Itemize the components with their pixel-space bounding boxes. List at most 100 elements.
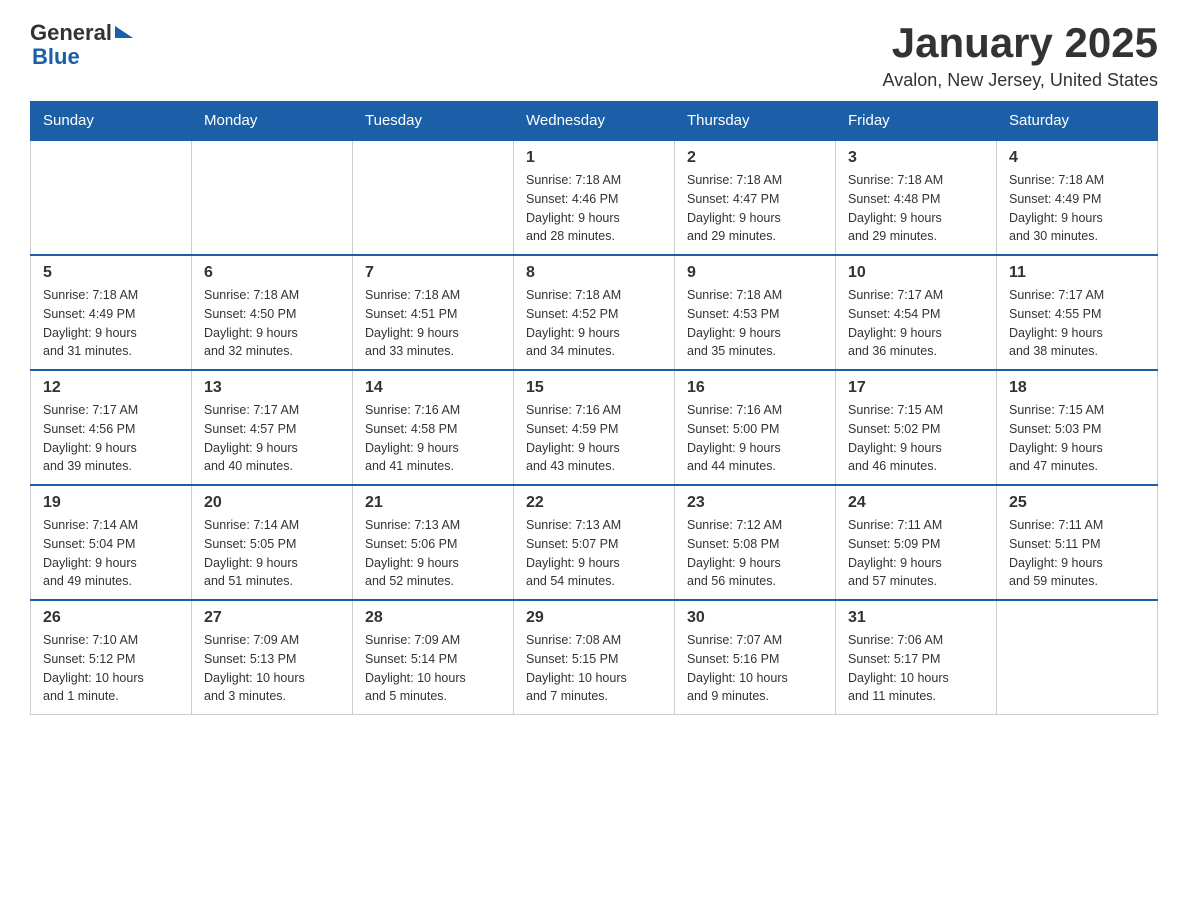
day-info: Sunrise: 7:14 AM Sunset: 5:05 PM Dayligh…	[204, 516, 340, 591]
calendar-cell: 16Sunrise: 7:16 AM Sunset: 5:00 PM Dayli…	[675, 370, 836, 485]
calendar-week-row: 19Sunrise: 7:14 AM Sunset: 5:04 PM Dayli…	[31, 485, 1158, 600]
day-number: 6	[204, 264, 340, 282]
day-info: Sunrise: 7:07 AM Sunset: 5:16 PM Dayligh…	[687, 631, 823, 706]
day-info: Sunrise: 7:18 AM Sunset: 4:49 PM Dayligh…	[1009, 171, 1145, 246]
calendar-cell: 1Sunrise: 7:18 AM Sunset: 4:46 PM Daylig…	[514, 140, 675, 255]
day-number: 7	[365, 264, 501, 282]
calendar-cell: 29 Sunrise: 7:08 AM Sunset: 5:15 PM Dayli…	[514, 600, 675, 715]
calendar-cell: 21 Sunrise: 7:13 AM Sunset: 5:06 PM Dayli…	[353, 485, 514, 600]
logo-blue-text: Blue	[32, 46, 80, 68]
calendar-cell: 18 Sunrise: 7:15 AM Sunset: 5:03 PM Dayli…	[997, 370, 1158, 485]
logo-general-text: General	[30, 20, 112, 46]
calendar-cell: 2Sunrise: 7:18 AM Sunset: 4:47 PM Daylig…	[675, 140, 836, 255]
day-number: 20	[204, 494, 340, 512]
day-info: Sunrise: 7:09 AM Sunset: 5:14 PM Dayligh…	[365, 631, 501, 706]
day-info: Sunrise: 7:17 AM Sunset: 4:56 PM Dayligh…	[43, 401, 179, 476]
day-number: 17	[848, 379, 984, 397]
calendar-cell	[31, 140, 192, 255]
logo-triangle-icon	[115, 26, 133, 38]
day-number: 10	[848, 264, 984, 282]
calendar-table: SundayMondayTuesdayWednesdayThursdayFrid…	[30, 101, 1158, 715]
calendar-cell	[997, 600, 1158, 715]
calendar-cell: 15 Sunrise: 7:16 AM Sunset: 4:59 PM Dayli…	[514, 370, 675, 485]
calendar-day-header: Thursday	[675, 102, 836, 141]
day-number: 4	[1009, 149, 1145, 167]
calendar-day-header: Wednesday	[514, 102, 675, 141]
day-info: Sunrise: 7:18 AM Sunset: 4:49 PM Dayligh…	[43, 286, 179, 361]
day-info: Sunrise: 7:18 AM Sunset: 4:46 PM Dayligh…	[526, 171, 662, 246]
calendar-cell: 9 Sunrise: 7:18 AM Sunset: 4:53 PM Daylig…	[675, 255, 836, 370]
day-info: Sunrise: 7:16 AM Sunset: 4:58 PM Dayligh…	[365, 401, 501, 476]
day-info: Sunrise: 7:16 AM Sunset: 5:00 PM Dayligh…	[687, 401, 823, 476]
day-info: Sunrise: 7:18 AM Sunset: 4:48 PM Dayligh…	[848, 171, 984, 246]
calendar-header-row: SundayMondayTuesdayWednesdayThursdayFrid…	[31, 102, 1158, 141]
calendar-cell: 10Sunrise: 7:17 AM Sunset: 4:54 PM Dayli…	[836, 255, 997, 370]
page-subtitle: Avalon, New Jersey, United States	[883, 70, 1158, 91]
day-number: 29	[526, 609, 662, 627]
calendar-cell: 20 Sunrise: 7:14 AM Sunset: 5:05 PM Dayli…	[192, 485, 353, 600]
day-number: 8	[526, 264, 662, 282]
day-number: 11	[1009, 264, 1145, 282]
page-header: General Blue January 2025 Avalon, New Je…	[30, 20, 1158, 91]
calendar-day-header: Monday	[192, 102, 353, 141]
calendar-cell: 4 Sunrise: 7:18 AM Sunset: 4:49 PM Daylig…	[997, 140, 1158, 255]
calendar-cell: 5 Sunrise: 7:18 AM Sunset: 4:49 PM Daylig…	[31, 255, 192, 370]
day-number: 21	[365, 494, 501, 512]
calendar-cell: 19Sunrise: 7:14 AM Sunset: 5:04 PM Dayli…	[31, 485, 192, 600]
calendar-cell: 14 Sunrise: 7:16 AM Sunset: 4:58 PM Dayli…	[353, 370, 514, 485]
day-info: Sunrise: 7:17 AM Sunset: 4:57 PM Dayligh…	[204, 401, 340, 476]
day-number: 14	[365, 379, 501, 397]
day-info: Sunrise: 7:15 AM Sunset: 5:03 PM Dayligh…	[1009, 401, 1145, 476]
calendar-cell: 12 Sunrise: 7:17 AM Sunset: 4:56 PM Dayli…	[31, 370, 192, 485]
day-info: Sunrise: 7:15 AM Sunset: 5:02 PM Dayligh…	[848, 401, 984, 476]
day-number: 30	[687, 609, 823, 627]
day-info: Sunrise: 7:09 AM Sunset: 5:13 PM Dayligh…	[204, 631, 340, 706]
calendar-cell: 6Sunrise: 7:18 AM Sunset: 4:50 PM Daylig…	[192, 255, 353, 370]
day-info: Sunrise: 7:16 AM Sunset: 4:59 PM Dayligh…	[526, 401, 662, 476]
day-info: Sunrise: 7:08 AM Sunset: 5:15 PM Dayligh…	[526, 631, 662, 706]
calendar-cell: 27 Sunrise: 7:09 AM Sunset: 5:13 PM Dayli…	[192, 600, 353, 715]
calendar-cell: 28 Sunrise: 7:09 AM Sunset: 5:14 PM Dayli…	[353, 600, 514, 715]
calendar-cell: 25 Sunrise: 7:11 AM Sunset: 5:11 PM Dayli…	[997, 485, 1158, 600]
day-number: 15	[526, 379, 662, 397]
day-number: 27	[204, 609, 340, 627]
calendar-day-header: Sunday	[31, 102, 192, 141]
day-number: 18	[1009, 379, 1145, 397]
day-info: Sunrise: 7:10 AM Sunset: 5:12 PM Dayligh…	[43, 631, 179, 706]
day-number: 28	[365, 609, 501, 627]
day-info: Sunrise: 7:18 AM Sunset: 4:52 PM Dayligh…	[526, 286, 662, 361]
day-number: 5	[43, 264, 179, 282]
day-info: Sunrise: 7:18 AM Sunset: 4:47 PM Dayligh…	[687, 171, 823, 246]
calendar-cell: 22Sunrise: 7:13 AM Sunset: 5:07 PM Dayli…	[514, 485, 675, 600]
day-info: Sunrise: 7:11 AM Sunset: 5:11 PM Dayligh…	[1009, 516, 1145, 591]
day-number: 25	[1009, 494, 1145, 512]
day-info: Sunrise: 7:11 AM Sunset: 5:09 PM Dayligh…	[848, 516, 984, 591]
day-info: Sunrise: 7:18 AM Sunset: 4:53 PM Dayligh…	[687, 286, 823, 361]
day-number: 9	[687, 264, 823, 282]
title-block: January 2025 Avalon, New Jersey, United …	[883, 20, 1158, 91]
day-info: Sunrise: 7:17 AM Sunset: 4:55 PM Dayligh…	[1009, 286, 1145, 361]
calendar-cell: 31Sunrise: 7:06 AM Sunset: 5:17 PM Dayli…	[836, 600, 997, 715]
calendar-cell: 17 Sunrise: 7:15 AM Sunset: 5:02 PM Dayli…	[836, 370, 997, 485]
calendar-week-row: 5 Sunrise: 7:18 AM Sunset: 4:49 PM Daylig…	[31, 255, 1158, 370]
day-number: 12	[43, 379, 179, 397]
calendar-week-row: 1Sunrise: 7:18 AM Sunset: 4:46 PM Daylig…	[31, 140, 1158, 255]
day-number: 3	[848, 149, 984, 167]
logo: General Blue	[30, 20, 133, 68]
calendar-cell: 30 Sunrise: 7:07 AM Sunset: 5:16 PM Dayli…	[675, 600, 836, 715]
calendar-cell	[353, 140, 514, 255]
calendar-cell: 7 Sunrise: 7:18 AM Sunset: 4:51 PM Daylig…	[353, 255, 514, 370]
day-info: Sunrise: 7:13 AM Sunset: 5:06 PM Dayligh…	[365, 516, 501, 591]
calendar-week-row: 12 Sunrise: 7:17 AM Sunset: 4:56 PM Dayli…	[31, 370, 1158, 485]
day-number: 23	[687, 494, 823, 512]
day-info: Sunrise: 7:13 AM Sunset: 5:07 PM Dayligh…	[526, 516, 662, 591]
day-info: Sunrise: 7:06 AM Sunset: 5:17 PM Dayligh…	[848, 631, 984, 706]
calendar-cell: 26Sunrise: 7:10 AM Sunset: 5:12 PM Dayli…	[31, 600, 192, 715]
calendar-cell: 13 Sunrise: 7:17 AM Sunset: 4:57 PM Dayli…	[192, 370, 353, 485]
day-number: 24	[848, 494, 984, 512]
day-info: Sunrise: 7:12 AM Sunset: 5:08 PM Dayligh…	[687, 516, 823, 591]
day-number: 13	[204, 379, 340, 397]
day-info: Sunrise: 7:18 AM Sunset: 4:51 PM Dayligh…	[365, 286, 501, 361]
day-info: Sunrise: 7:14 AM Sunset: 5:04 PM Dayligh…	[43, 516, 179, 591]
calendar-cell: 24 Sunrise: 7:11 AM Sunset: 5:09 PM Dayli…	[836, 485, 997, 600]
